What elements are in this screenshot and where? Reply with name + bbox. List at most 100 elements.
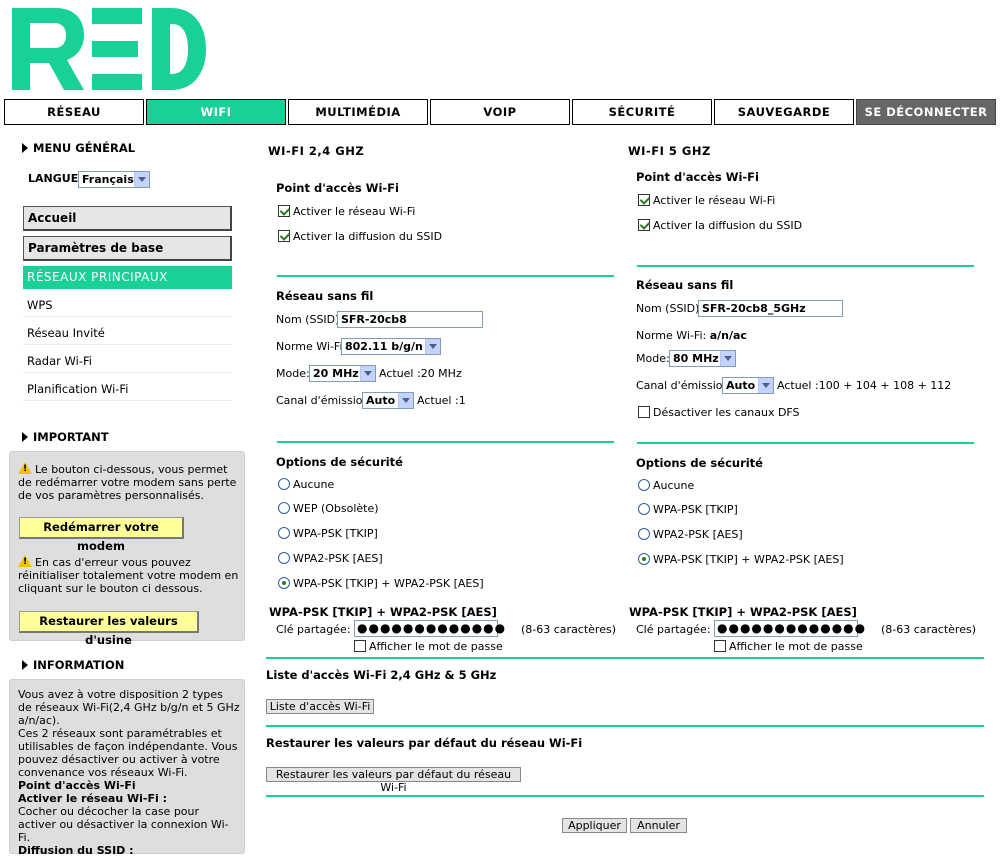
w24-opt-wpa[interactable]: WPA-PSK [TKIP] bbox=[278, 527, 378, 540]
w24-opt-wpa-label: WPA-PSK [TKIP] bbox=[293, 527, 378, 540]
w24-ssid-broadcast-row[interactable]: Activer la diffusion du SSID bbox=[278, 230, 442, 243]
w24-key-input[interactable]: ●●●●●●●●●●●●● bbox=[354, 620, 505, 637]
w5-ssid-broadcast-row[interactable]: Activer la diffusion du SSID bbox=[638, 219, 802, 232]
w5-opt-wpa2[interactable]: WPA2-PSK [AES] bbox=[638, 528, 743, 541]
w5-enable-checkbox[interactable] bbox=[638, 194, 650, 206]
tab-securite[interactable]: SÉCURITÉ bbox=[572, 99, 712, 125]
w24-opt-none[interactable]: Aucune bbox=[278, 478, 334, 491]
w24-show-pwd-row[interactable]: Afficher le mot de passe bbox=[354, 640, 503, 653]
w5-norme-value: a/n/ac bbox=[709, 329, 747, 342]
top-navigation: RÉSEAU WIFI MULTIMÉDIA VOIP SÉCURITÉ SAU… bbox=[4, 99, 996, 125]
menu-general-label: MENU GÉNÉRAL bbox=[33, 141, 136, 155]
w24-opt-wpa2[interactable]: WPA2-PSK [AES] bbox=[278, 552, 383, 565]
menu-radar-wifi[interactable]: Radar Wi-Fi bbox=[23, 350, 232, 373]
chevron-down-icon bbox=[398, 393, 413, 408]
menu-wps[interactable]: WPS bbox=[23, 294, 232, 317]
w5-norme-label: Norme Wi-Fi: bbox=[636, 329, 707, 342]
w5-opt-mixed[interactable]: WPA-PSK [TKIP] + WPA2-PSK [AES] bbox=[638, 553, 844, 566]
w24-norme-select[interactable]: 802.11 b/g/n bbox=[341, 338, 441, 355]
chevron-down-icon bbox=[425, 339, 440, 354]
w5-show-pwd-checkbox[interactable] bbox=[714, 640, 726, 652]
w24-mode-label: Mode: bbox=[276, 367, 310, 380]
w5-canal-value: Auto bbox=[726, 379, 756, 392]
restart-modem-button[interactable]: Redémarrer votre modem bbox=[19, 517, 184, 553]
w24-canal-actual: Actuel :1 bbox=[417, 394, 466, 407]
w24-radio-wpa2[interactable] bbox=[278, 552, 290, 564]
divider bbox=[266, 795, 984, 797]
red-logo bbox=[12, 4, 208, 94]
w24-show-pwd-label: Afficher le mot de passe bbox=[369, 640, 503, 653]
divider bbox=[266, 725, 984, 727]
menu-reseau-invite[interactable]: Réseau Invité bbox=[23, 322, 232, 345]
menu-general-heading: MENU GÉNÉRAL bbox=[22, 141, 135, 155]
w5-net-title: Réseau sans fil bbox=[636, 278, 734, 292]
w5-enable-row[interactable]: Activer le réseau Wi-Fi bbox=[638, 194, 775, 207]
w5-key-title: WPA-PSK [TKIP] + WPA2-PSK [AES] bbox=[629, 605, 857, 619]
w5-radio-wpa[interactable] bbox=[638, 503, 650, 515]
info-paragraph-3: Cocher ou décocher la case pour activer … bbox=[18, 805, 229, 844]
triangle-right-icon bbox=[22, 660, 28, 670]
w5-opt-none[interactable]: Aucune bbox=[638, 479, 694, 492]
w24-radio-wep[interactable] bbox=[278, 502, 290, 514]
divider bbox=[637, 442, 974, 444]
cancel-button[interactable]: Annuler bbox=[630, 818, 687, 833]
tab-multimedia[interactable]: MULTIMÉDIA bbox=[288, 99, 428, 125]
tab-logout[interactable]: SE DÉCONNECTER bbox=[856, 99, 996, 125]
w24-show-pwd-checkbox[interactable] bbox=[354, 640, 366, 652]
langue-select[interactable]: Français bbox=[78, 171, 150, 188]
tab-reseau[interactable]: RÉSEAU bbox=[4, 99, 144, 125]
chevron-down-icon bbox=[758, 378, 773, 393]
w24-ap-title: Point d'accès Wi-Fi bbox=[276, 181, 399, 195]
tab-voip[interactable]: VOIP bbox=[430, 99, 570, 125]
w5-dfs-checkbox[interactable] bbox=[638, 406, 650, 418]
w24-opt-wep[interactable]: WEP (Obsolète) bbox=[278, 502, 379, 515]
w24-key-title: WPA-PSK [TKIP] + WPA2-PSK [AES] bbox=[269, 605, 497, 619]
w5-radio-mixed[interactable] bbox=[638, 553, 650, 565]
w24-enable-checkbox[interactable] bbox=[278, 205, 290, 217]
w5-show-pwd-row[interactable]: Afficher le mot de passe bbox=[714, 640, 863, 653]
w5-dfs-row[interactable]: Désactiver les canaux DFS bbox=[638, 406, 800, 419]
w24-opt-mixed[interactable]: WPA-PSK [TKIP] + WPA2-PSK [AES] bbox=[278, 577, 484, 590]
factory-reset-button[interactable]: Restaurer les valeurs d'usine bbox=[19, 611, 199, 647]
w24-sec-title: Options de sécurité bbox=[276, 455, 403, 469]
w24-ssid-input[interactable]: SFR-20cb8 bbox=[337, 311, 483, 328]
w24-mode-select[interactable]: 20 MHz bbox=[309, 365, 376, 382]
important-heading: IMPORTANT bbox=[22, 430, 109, 444]
w24-radio-wpa[interactable] bbox=[278, 527, 290, 539]
triangle-right-icon bbox=[22, 143, 28, 153]
acl-title: Liste d'accès Wi-Fi 2,4 GHz & 5 GHz bbox=[266, 668, 497, 682]
apply-button[interactable]: Appliquer bbox=[562, 818, 627, 833]
acl-button[interactable]: Liste d'accès Wi-Fi bbox=[266, 699, 374, 714]
tab-sauvegarde[interactable]: SAUVEGARDE bbox=[714, 99, 854, 125]
w24-ssid-broadcast-checkbox[interactable] bbox=[278, 230, 290, 242]
info-heading-2: Activer le réseau Wi-Fi : bbox=[18, 792, 167, 805]
w5-ssid-input[interactable]: SFR-20cb8_5GHz bbox=[698, 300, 843, 317]
w5-opt-wpa[interactable]: WPA-PSK [TKIP] bbox=[638, 503, 738, 516]
info-paragraph-1: Vous avez à votre disposition 2 types de… bbox=[18, 688, 240, 727]
w5-ssid-broadcast-checkbox[interactable] bbox=[638, 219, 650, 231]
w24-canal-select[interactable]: Auto bbox=[362, 392, 414, 409]
w5-enable-label: Activer le réseau Wi-Fi bbox=[653, 194, 776, 207]
info-heading-1: Point d'accès Wi-Fi bbox=[18, 779, 136, 792]
w24-opt-mixed-label: WPA-PSK [TKIP] + WPA2-PSK [AES] bbox=[293, 577, 484, 590]
menu-parametres-de-base[interactable]: Paramètres de base bbox=[23, 236, 232, 261]
w5-key-input[interactable]: ●●●●●●●●●●●●● bbox=[714, 620, 865, 637]
menu-reseaux-principaux[interactable]: RÉSEAUX PRINCIPAUX bbox=[23, 266, 232, 289]
restore-defaults-button[interactable]: Restaurer les valeurs par défaut du rése… bbox=[266, 767, 521, 794]
w5-canal-actual: Actuel :100 + 104 + 108 + 112 bbox=[777, 379, 952, 392]
w5-canal-select[interactable]: Auto bbox=[722, 377, 774, 394]
w5-mode-select[interactable]: 80 MHz bbox=[669, 350, 736, 367]
w5-dfs-label: Désactiver les canaux DFS bbox=[653, 406, 800, 419]
w5-radio-wpa2[interactable] bbox=[638, 528, 650, 540]
chevron-down-icon bbox=[720, 351, 735, 366]
w24-enable-row[interactable]: Activer le réseau Wi-Fi bbox=[278, 205, 415, 218]
w24-radio-mixed[interactable] bbox=[278, 577, 290, 589]
menu-planification-wifi[interactable]: Planification Wi-Fi bbox=[23, 378, 232, 401]
menu-accueil[interactable]: Accueil bbox=[23, 206, 232, 231]
w24-radio-none[interactable] bbox=[278, 478, 290, 490]
tab-wifi[interactable]: WIFI bbox=[146, 99, 286, 125]
w5-radio-none[interactable] bbox=[638, 479, 650, 491]
important-panel: Le bouton ci-dessous, vous permet de red… bbox=[9, 451, 245, 647]
w24-enable-label: Activer le réseau Wi-Fi bbox=[293, 205, 416, 218]
information-panel: Vous avez à votre disposition 2 types de… bbox=[9, 679, 245, 857]
